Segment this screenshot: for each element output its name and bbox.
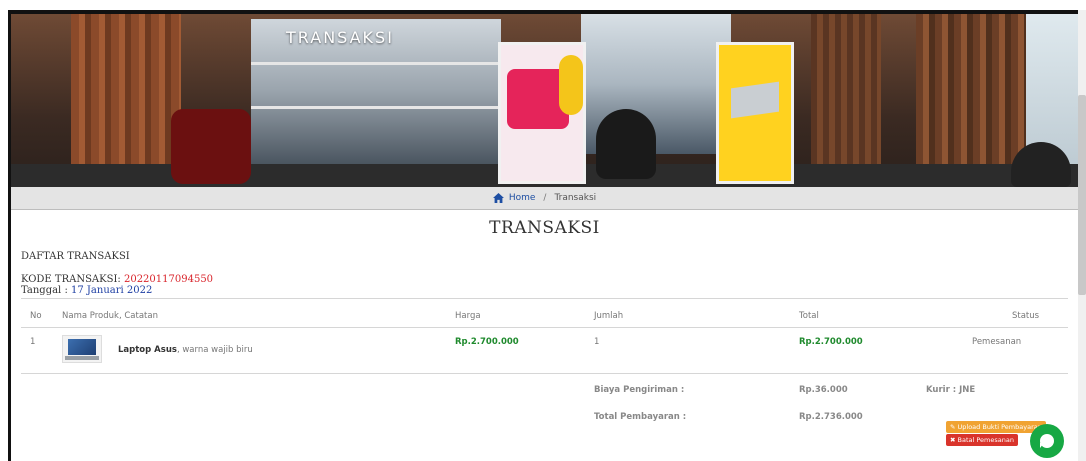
hero-chair [171, 109, 251, 184]
shipping-label: Biaya Pengiriman : [594, 385, 685, 395]
cancel-order-button[interactable]: ✖ Batal Pemesanan [946, 434, 1018, 446]
breadcrumb-home-label[interactable]: Home [509, 193, 536, 203]
hero-wood-panel [811, 14, 881, 187]
total-payment-label: Total Pembayaran : [594, 412, 687, 422]
row-status: Pemesanan [972, 337, 1022, 347]
cancel-order-label: Batal Pemesanan [957, 436, 1014, 444]
column-header-product: Nama Produk, Catatan [62, 311, 158, 321]
row-no: 1 [30, 337, 36, 347]
product-thumbnail [62, 335, 102, 363]
row-qty: 1 [594, 337, 600, 347]
upload-proof-label: Upload Bukti Pembayaran [957, 423, 1042, 431]
hero-wood-panel [916, 14, 1026, 187]
breadcrumb-home[interactable]: Home [492, 193, 536, 203]
hero-wood-panel [71, 14, 181, 187]
hero-shelf-line [251, 62, 501, 65]
product-note: , warna wajib biru [176, 345, 253, 355]
thumbnail-base [65, 356, 99, 360]
table-header-border [21, 327, 1068, 328]
window-top [0, 0, 1086, 10]
transaction-date: Tanggal : 17 Januari 2022 [21, 285, 152, 296]
courier: Kurir : JNE [926, 385, 976, 395]
column-header-no: No [30, 311, 42, 321]
breadcrumb-separator: / [543, 193, 547, 203]
scrollbar-thumb[interactable] [1078, 95, 1086, 295]
edit-icon: ✎ [950, 423, 958, 431]
close-icon: ✖ [950, 436, 958, 444]
column-header-qty: Jumlah [594, 311, 624, 321]
column-header-price: Harga [455, 311, 481, 321]
shipping-value: Rp.36.000 [799, 385, 848, 395]
hero-banner [11, 14, 1078, 187]
page-title: TRANSAKSI [489, 218, 600, 238]
transaction-code: KODE TRANSAKSI: 20220117094550 [21, 274, 213, 285]
row-price: Rp.2.700.000 [455, 337, 519, 347]
hero-poster [498, 42, 586, 184]
hero-title: TRANSAKSI [286, 28, 394, 47]
transaction-code-value: 20220117094550 [123, 274, 214, 285]
breadcrumb: Home / Transaksi [11, 187, 1078, 210]
hero-helmet [596, 109, 656, 179]
breadcrumb-current: Transaksi [554, 193, 597, 203]
transaction-date-label: Tanggal : [21, 285, 71, 296]
hero-poster [716, 42, 794, 184]
upload-proof-button[interactable]: ✎ Upload Bukti Pembayaran [946, 421, 1046, 433]
product-name[interactable]: Laptop Asus [118, 345, 177, 355]
home-icon [492, 193, 504, 203]
transaction-date-value: 17 Januari 2022 [71, 285, 153, 296]
transaction-code-label: KODE TRANSAKSI: [21, 274, 124, 285]
column-header-status: Status [1012, 311, 1040, 321]
thumbnail-screen [68, 339, 96, 355]
chat-button[interactable] [1030, 424, 1064, 458]
scrollbar[interactable] [1078, 10, 1086, 461]
section-title: DAFTAR TRANSAKSI [21, 251, 130, 262]
chat-icon-tail [1040, 443, 1044, 448]
hero-shelf-line [251, 106, 501, 109]
row-total: Rp.2.700.000 [799, 337, 863, 347]
hero-poster-laptop [731, 81, 779, 119]
hero-poster-shape [559, 55, 583, 115]
table-row-border [21, 373, 1068, 374]
row-product: Laptop Asus, warna wajib biru [118, 345, 253, 355]
table-top-border [21, 298, 1068, 299]
total-payment-value: Rp.2.736.000 [799, 412, 863, 422]
column-header-total: Total [799, 311, 819, 321]
window-border [8, 10, 1078, 14]
